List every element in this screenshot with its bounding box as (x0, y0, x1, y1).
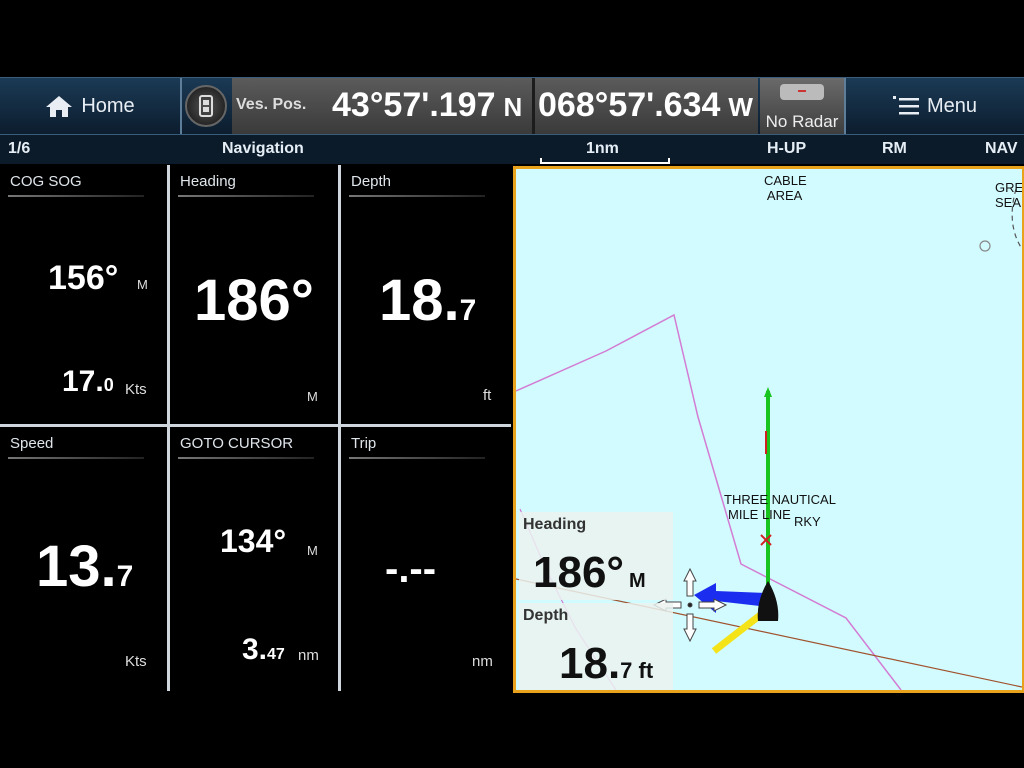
tile-title: GOTO CURSOR (180, 435, 294, 452)
radar-icon (780, 84, 824, 100)
goto-cursor-tile[interactable]: GOTO CURSOR 134° M 3.47 nm (170, 427, 338, 691)
trip-unit: nm (472, 653, 493, 670)
divider (349, 195, 485, 197)
chart-view[interactable]: CABLE AREA THREE NAUTICAL MILE LINE RKY … (513, 166, 1024, 693)
trip-value: -.-- (385, 547, 437, 591)
goto-distance-unit: nm (298, 647, 319, 664)
cog-value: 156° (48, 259, 119, 297)
overlay-heading-value: 186° (533, 548, 625, 597)
vessel-icon (757, 581, 779, 621)
goto-distance-value: 3.47 (242, 633, 285, 666)
longitude-readout: 068°57'.634 W (538, 86, 753, 125)
cog-sog-tile[interactable]: COG SOG 156° M 17.0 Kts (0, 165, 167, 424)
menu-icon (892, 96, 919, 115)
goto-bearing-unit: M (307, 543, 318, 558)
page-indicator: 1/6 (8, 140, 31, 157)
home-icon (46, 96, 73, 117)
depth-unit: ft (483, 387, 492, 404)
status-bar: 1/6 Navigation 1nm H-UP RM NAV (0, 135, 1024, 164)
heading-unit: M (307, 389, 318, 404)
chart-label-sea: SEA (995, 195, 1022, 210)
longitude-value: 068°57'.634 (538, 86, 721, 124)
data-tiles-panel: COG SOG 156° M 17.0 Kts Heading 186° M D… (0, 165, 511, 691)
menu-label: Menu (926, 94, 978, 117)
data-source-button[interactable] (182, 78, 230, 134)
speed-tile[interactable]: Speed 13.7 Kts (0, 427, 167, 691)
sog-value: 17.0 (62, 365, 114, 398)
overlay-title: Depth (523, 607, 569, 624)
heading-arrowhead (764, 387, 772, 397)
trip-tile[interactable]: Trip -.-- nm (341, 427, 511, 691)
chart-label-gre: GRE (995, 180, 1024, 195)
device-icon (185, 85, 227, 127)
radar-button[interactable]: No Radar (760, 78, 844, 134)
home-button[interactable]: Home (0, 78, 180, 134)
tile-title: Trip (351, 435, 377, 452)
depth-tile[interactable]: Depth 18.7 ft (341, 165, 511, 424)
radar-status: No Radar (765, 112, 839, 131)
chart-label-mile-line: MILE LINE (728, 507, 791, 522)
depth-value: 18.7 (379, 268, 477, 333)
range-scale[interactable]: 1nm (586, 140, 619, 158)
speed-unit: Kts (125, 653, 147, 670)
home-label: Home (81, 94, 135, 117)
speed-value: 13.7 (36, 534, 134, 599)
divider (532, 78, 535, 134)
top-bar: Home Ves. Pos. 43°57'.197 N 068°57'.634 W … (0, 77, 1024, 135)
chart-label-cable-area: CABLE AREA (764, 173, 807, 203)
sog-unit: Kts (125, 381, 147, 398)
latitude-hemisphere: N (503, 92, 523, 122)
heading-tile[interactable]: Heading 186° M (170, 165, 338, 424)
depth-overlay[interactable]: Depth 18.7 ft (519, 603, 673, 690)
divider (178, 457, 314, 459)
vessel-position-panel[interactable]: Ves. Pos. 43°57'.197 N 068°57'.634 W (232, 78, 758, 134)
chart-label-rky: RKY (794, 514, 821, 529)
divider (8, 195, 144, 197)
overlay-title: Heading (523, 516, 587, 533)
orientation-mode[interactable]: H-UP (767, 140, 806, 158)
overlay-depth-value: 18.7 ft (559, 639, 654, 688)
longitude-hemisphere: W (728, 92, 753, 122)
motion-mode[interactable]: RM (882, 140, 907, 158)
heading-value: 186° (194, 268, 314, 333)
page-title: Navigation (222, 140, 304, 157)
menu-button[interactable]: Menu (846, 78, 1024, 134)
cog-unit: M (137, 277, 148, 292)
divider (178, 195, 314, 197)
latitude-value: 43°57'.197 (332, 86, 496, 124)
range-scale-bar (540, 158, 670, 164)
tile-title: Depth (351, 173, 392, 190)
heading-overlay[interactable]: Heading 186° M (519, 512, 673, 600)
overlay-heading-unit: M (629, 570, 646, 592)
divider (349, 457, 485, 459)
tile-title: Speed (10, 435, 54, 452)
tile-title: COG SOG (10, 173, 82, 190)
goto-bearing-value: 134° (220, 523, 287, 559)
latitude-readout: 43°57'.197 N (332, 86, 522, 125)
vessel-position-label: Ves. Pos. (236, 96, 307, 113)
chart-symbol (979, 240, 991, 252)
chart-label-three-nautical: THREE NAUTICAL (724, 492, 836, 507)
chart-mode[interactable]: NAV (985, 140, 1018, 158)
divider (8, 457, 144, 459)
tile-title: Heading (180, 173, 236, 190)
